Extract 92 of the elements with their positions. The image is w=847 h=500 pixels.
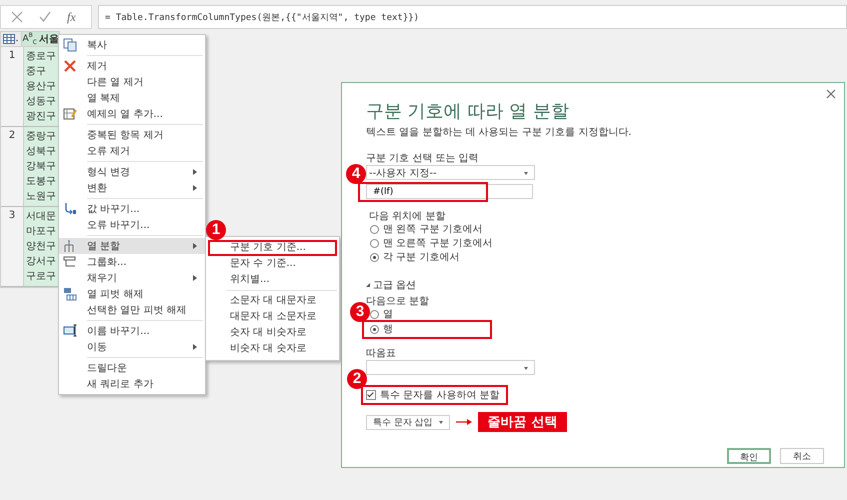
menu-item[interactable]: 오류 바꾸기... — [59, 217, 205, 233]
cell-value: 성북구 — [26, 145, 56, 159]
radio-button[interactable] — [370, 252, 379, 262]
menu-item[interactable]: 위치별... — [206, 272, 339, 288]
row-number: 3 — [1, 207, 24, 286]
callout-badge: 3 — [350, 302, 370, 322]
cell-value: 노원구 — [26, 190, 56, 204]
menu-item[interactable]: 대문자 대 소문자로 — [206, 309, 339, 325]
menu-item[interactable]: 제거 — [59, 58, 205, 74]
menu-item[interactable]: 형식 변경 — [59, 164, 205, 180]
menu-item[interactable]: 변환 — [59, 180, 205, 196]
advanced-options-toggle[interactable]: 고급 옵션 — [366, 278, 844, 292]
menu-item[interactable]: 다른 열 제거 — [59, 74, 205, 90]
cell-value: 성동구 — [26, 95, 56, 109]
caret-icon — [524, 172, 528, 175]
unpivot-icon — [63, 287, 77, 301]
cell-value: 도봉구 — [26, 175, 56, 189]
option-label: 맨 왼쪽 구분 기호에서 — [383, 223, 483, 236]
menu-item[interactable]: 드릴다운 — [59, 360, 205, 376]
replace-icon — [63, 202, 77, 216]
menu-item[interactable]: 새 쿼리로 추가 — [59, 376, 205, 392]
dialog-description: 텍스트 열을 분할하는 데 사용되는 구분 기호를 지정합니다. — [366, 126, 632, 139]
radio-button[interactable] — [370, 224, 379, 234]
copy-icon — [63, 38, 77, 52]
menu-item[interactable]: 그룹화... — [59, 254, 205, 270]
cell-value: 강북구 — [26, 160, 56, 174]
remove-icon — [63, 59, 77, 73]
caret-icon — [438, 420, 443, 424]
cell-value: 종로구 — [26, 50, 56, 64]
dialog-button[interactable]: 취소 — [780, 448, 824, 464]
annotation-label: 줄바꿈 선택 — [478, 412, 568, 432]
menu-item[interactable]: 예제의 열 추가... — [59, 106, 205, 122]
cell-value: 강서구 — [26, 255, 56, 269]
cell-value: 마포구 — [26, 225, 56, 239]
menu-item[interactable]: 문자 수 기준... — [206, 256, 339, 272]
cell-value: 용산구 — [26, 80, 56, 94]
cell-value: 양천구 — [26, 240, 56, 254]
insert-special-button[interactable]: 특수 문자 삽입 — [366, 414, 450, 430]
dialog-title: 구분 기호에 따라 열 분할 — [366, 100, 570, 123]
close-icon — [826, 89, 836, 99]
table-icon — [2, 34, 19, 44]
group-icon — [63, 255, 77, 269]
menu-item[interactable]: 복사 — [59, 37, 205, 53]
delimiter-dropdown[interactable]: --사용자 지정-- — [366, 165, 535, 180]
menu-item[interactable]: 중복된 항목 제거 — [59, 127, 205, 143]
cancel-icon — [11, 11, 23, 23]
checkbox-label: 특수 문자를 사용하여 분할 — [380, 389, 500, 402]
callout-badge: 4 — [346, 164, 366, 184]
menu-item[interactable]: 비숫자 대 숫자로 — [206, 341, 339, 357]
menu-item[interactable]: 열 분할 — [59, 238, 205, 254]
column-name: 서울 — [39, 33, 59, 46]
menu-item[interactable]: 값 바꾸기... — [59, 201, 205, 217]
check-icon — [39, 11, 51, 23]
radio-button[interactable] — [370, 324, 379, 334]
formula-field[interactable]: = Table.TransformColumnTypes(원본,{{"서울지역", type text}}) — [98, 5, 847, 29]
row-number: 1 — [1, 47, 24, 126]
field-label: 구분 기호 선택 또는 입력 — [366, 152, 480, 164]
menu-item[interactable]: 열 복제 — [59, 90, 205, 106]
delimiter-field[interactable]: #(lf) — [366, 184, 533, 199]
dialog-button[interactable]: 확인 — [727, 448, 771, 464]
menu-item[interactable]: 숫자 대 비숫자로 — [206, 325, 339, 341]
arrow-icon — [456, 418, 472, 426]
menu-item[interactable]: 오류 제거 — [59, 143, 205, 159]
caret-icon — [524, 367, 528, 370]
cell-value: 구로구 — [26, 270, 56, 284]
menu-item[interactable]: 선택한 열만 피벗 해제 — [59, 302, 205, 318]
menu-item[interactable]: 소문자 대 대문자로 — [206, 293, 339, 309]
callout-badge: 1 — [206, 220, 226, 240]
option-label: 맨 오른쪽 구분 기호에서 — [383, 237, 493, 250]
cell-value: 중랑구 — [26, 130, 56, 144]
option-label: 열 — [383, 308, 393, 321]
option-label: 각 구분 기호에서 — [383, 251, 460, 264]
cell-value: 중구 — [26, 65, 46, 79]
column-header[interactable]: A$^{B}$$_{C}$ 서울 — [22, 32, 59, 46]
row-number: 2 — [1, 127, 24, 206]
checkbox[interactable] — [366, 390, 376, 400]
menu-item[interactable]: 구분 기호 기준... — [206, 240, 339, 256]
menu-item[interactable]: 이동 — [59, 339, 205, 355]
field-label: 다음 위치에 분할 — [369, 210, 446, 222]
table-menu-button[interactable] — [1, 32, 22, 46]
function-label: fx — [67, 10, 76, 24]
option-label: 행 — [383, 323, 393, 336]
cell-value: 서대문 — [26, 210, 56, 224]
field-label: 따옴표 — [366, 347, 397, 359]
callout-badge: 2 — [347, 369, 367, 389]
radio-button[interactable] — [370, 238, 379, 248]
menu-item[interactable]: 열 피벗 해제 — [59, 286, 205, 302]
menu-item[interactable]: 이름 바꾸기... — [59, 323, 205, 339]
example-icon — [63, 107, 77, 121]
menu-item[interactable]: 채우기 — [59, 270, 205, 286]
cell-value: 광진구 — [26, 110, 56, 124]
rename-icon — [63, 324, 77, 338]
